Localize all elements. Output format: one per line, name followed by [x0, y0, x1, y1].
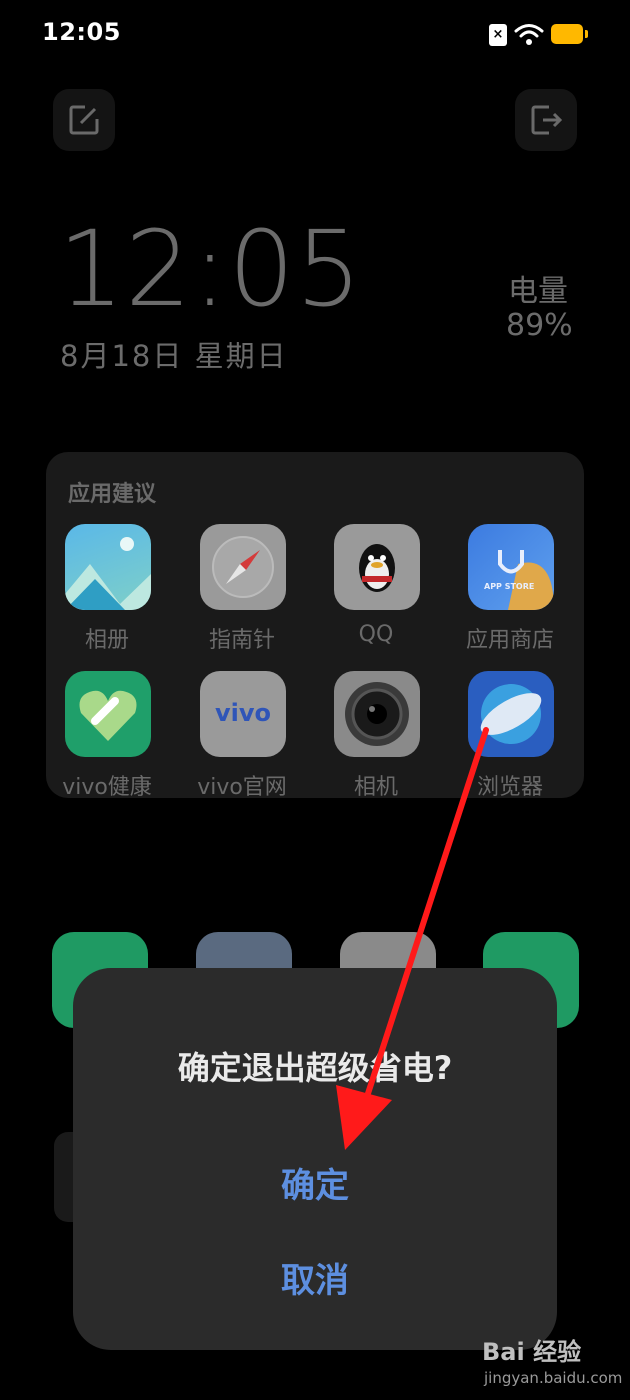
baidu-watermark: Bai 经验 [482, 1338, 582, 1366]
watermark-url: jingyan.baidu.com [484, 1369, 623, 1387]
annotation-arrow-icon [336, 727, 489, 1150]
